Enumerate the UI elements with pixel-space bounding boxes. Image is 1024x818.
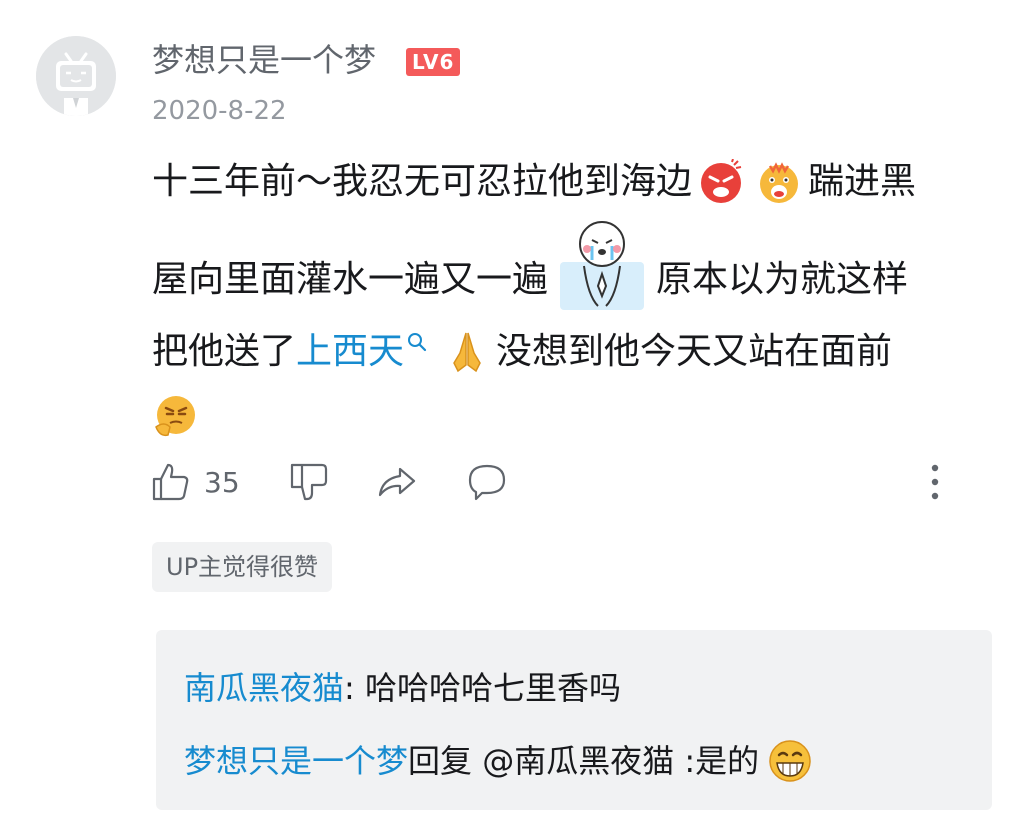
comment-text: 屋向里面灌水一遍又一遍 bbox=[152, 259, 549, 300]
reply-text: : 哈哈哈哈七里香吗 bbox=[344, 669, 621, 707]
comment-text: 原本以为就这样 bbox=[656, 259, 909, 300]
reply-text: 回复 @南瓜黑夜猫 :是的 bbox=[408, 742, 760, 780]
folded-hands-emoji bbox=[444, 329, 490, 375]
search-keyword-link[interactable]: 上西天 bbox=[296, 320, 404, 384]
share-button[interactable] bbox=[376, 458, 418, 506]
like-count: 35 bbox=[204, 465, 240, 499]
reply-item[interactable]: 南瓜黑夜猫 : 哈哈哈哈七里香吗 bbox=[184, 666, 621, 710]
share-icon bbox=[378, 467, 416, 497]
dislike-button[interactable] bbox=[288, 458, 330, 506]
bilibili-tv-avatar-icon bbox=[36, 36, 116, 116]
pondering-face-emoji bbox=[152, 393, 198, 439]
reply-icon bbox=[468, 464, 506, 501]
more-icon bbox=[931, 464, 939, 500]
thumbs-down-icon bbox=[290, 463, 328, 501]
angry-face-emoji bbox=[698, 159, 744, 205]
comment-line-3: 把他送了 上西天 没想到他今天又站在面前 bbox=[152, 320, 992, 384]
grinning-face-emoji bbox=[767, 738, 813, 784]
reply-button[interactable] bbox=[466, 458, 508, 506]
search-icon[interactable] bbox=[406, 331, 428, 353]
comment-text: 没想到他今天又站在面前 bbox=[496, 331, 893, 372]
thumbs-up-icon bbox=[152, 463, 189, 501]
comment-action-bar: 35 bbox=[150, 458, 950, 506]
reply-item[interactable]: 梦想只是一个梦 回复 @南瓜黑夜猫 :是的 bbox=[184, 738, 819, 784]
comment-line-2: 屋向里面灌水一遍又一遍 原本以为就这样 bbox=[152, 214, 992, 320]
comment-content: 十三年前～我忍无可忍拉他到海边 踹进黑 屋向里面灌水一遍又一遍 原本以为就这样 … bbox=[152, 150, 992, 448]
comment-text: 踹进黑 bbox=[808, 161, 917, 202]
up-liked-badge: UP主觉得很赞 bbox=[152, 542, 333, 592]
avatar[interactable] bbox=[36, 36, 116, 116]
crying-pray-sticker bbox=[554, 216, 650, 312]
level-badge: LV6 bbox=[406, 48, 461, 76]
more-options-button[interactable] bbox=[925, 458, 945, 506]
comment-line-1: 十三年前～我忍无可忍拉他到海边 踹进黑 bbox=[152, 150, 992, 214]
reply-username[interactable]: 南瓜黑夜猫 bbox=[184, 666, 344, 710]
comment-text: 把他送了 bbox=[152, 331, 297, 372]
like-button[interactable]: 35 bbox=[150, 458, 240, 506]
comment-text: 十三年前～我忍无可忍拉他到海边 bbox=[152, 161, 693, 202]
comment-username[interactable]: 梦想只是一个梦 bbox=[152, 40, 376, 80]
shocked-face-emoji bbox=[756, 159, 802, 205]
comment-date: 2020-8-22 bbox=[152, 96, 287, 126]
reply-username[interactable]: 梦想只是一个梦 bbox=[184, 739, 408, 783]
comment-line-4 bbox=[152, 384, 992, 448]
